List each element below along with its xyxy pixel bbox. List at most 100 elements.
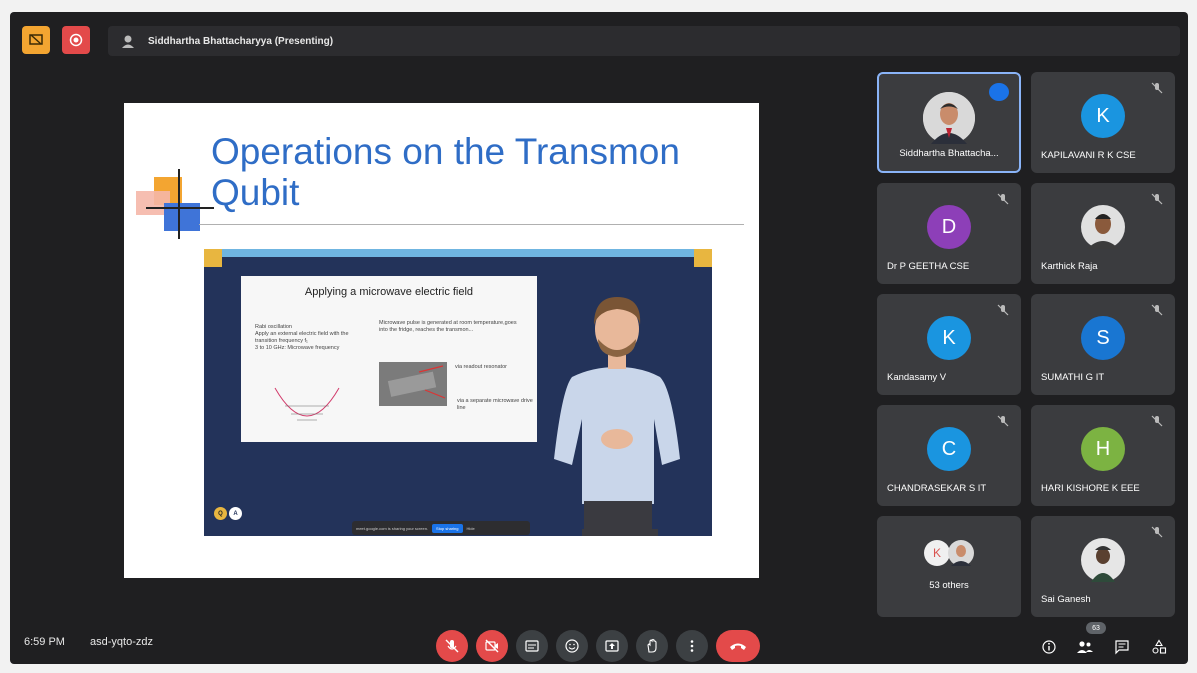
participant-name: CHANDRASEKAR S IT: [887, 483, 987, 494]
raise-hand-button[interactable]: [636, 630, 668, 662]
lecturer-figure: [554, 297, 680, 536]
present-now-icon: [605, 640, 619, 652]
info-icon: [1042, 640, 1056, 654]
participant-tile[interactable]: Siddhartha Bhattacha...: [877, 72, 1021, 173]
video-corner-left: [204, 249, 222, 267]
participant-tile[interactable]: K Kandasamy V: [877, 294, 1021, 395]
participant-count-badge: 63: [1086, 622, 1106, 634]
slide-title: Operations on the Transmon Qubit: [211, 131, 751, 213]
slide-decoration: [136, 169, 216, 241]
people-button[interactable]: [1074, 636, 1096, 658]
slide-title-line1: Operations on the Transmon: [211, 131, 680, 172]
participant-tile[interactable]: C CHANDRASEKAR S IT: [877, 405, 1021, 506]
presenter-avatar-icon: [122, 35, 134, 48]
inner-bullet: Rabi oscillation: [255, 324, 292, 330]
presenting-banner: Siddhartha Bhattacharyya (Presenting): [108, 26, 1180, 56]
inner-label-drive: via a separate microwave drive line: [457, 398, 533, 411]
avatar: K: [1081, 94, 1125, 138]
people-icon: [1077, 641, 1093, 653]
present-icon[interactable]: [22, 26, 50, 54]
avatar: S: [1081, 316, 1125, 360]
share-notice-text: meet.google.com is sharing your screen.: [356, 525, 429, 531]
mic-muted-icon: [1151, 193, 1163, 205]
lecture-video: Applying a microwave electric field Rabi…: [204, 249, 712, 536]
participant-tile[interactable]: H HARI KISHORE K EEE: [1031, 405, 1175, 506]
others-avatars: K: [923, 538, 979, 568]
chip-image: [379, 362, 447, 406]
avatar: [1081, 538, 1125, 582]
camera-toggle-button[interactable]: [476, 630, 508, 662]
camera-off-icon: [485, 639, 499, 653]
meet-screen: Siddhartha Bhattacharyya (Presenting) Op…: [10, 12, 1188, 664]
meeting-code: asd-yqto-zdz: [90, 636, 153, 648]
more-options-icon: [690, 640, 694, 652]
video-top-line: [204, 249, 712, 257]
avatar: C: [927, 427, 971, 471]
meeting-details-button[interactable]: [1038, 636, 1060, 658]
present-now-button[interactable]: [596, 630, 628, 662]
mic-muted-icon: [1151, 82, 1163, 94]
mic-muted-icon: [1151, 304, 1163, 316]
avatar: [923, 92, 975, 144]
inner-bullet: 3 to 10 GHz: Microwave frequency: [255, 345, 340, 351]
leave-call-button[interactable]: [716, 630, 760, 662]
mic-muted-icon: [997, 304, 1009, 316]
captions-button[interactable]: [516, 630, 548, 662]
screen-share-notice: meet.google.com is sharing your screen. …: [352, 521, 530, 535]
inner-label-readout: via readout resonator: [455, 364, 507, 370]
participant-tile[interactable]: Sai Ganesh: [1031, 516, 1175, 617]
chat-button[interactable]: [1111, 636, 1133, 658]
raise-hand-icon: [647, 638, 657, 653]
participant-name: Kandasamy V: [887, 372, 947, 383]
inner-slide-bullets: Rabi oscillation Apply an external elect…: [255, 324, 365, 352]
svg-text:K: K: [933, 546, 941, 560]
inner-slide-title: Applying a microwave electric field: [304, 286, 474, 298]
slide-title-line2: Qubit: [211, 172, 300, 213]
hang-up-icon: [730, 643, 746, 650]
mic-off-icon: [445, 639, 459, 653]
chat-icon: [1115, 640, 1129, 655]
logo-q: Q: [214, 507, 227, 520]
emoji-icon: [565, 639, 579, 653]
others-count: 53 others: [929, 580, 969, 591]
avatar: H: [1081, 427, 1125, 471]
logo-a: A: [229, 507, 242, 520]
mic-muted-icon: [997, 415, 1009, 427]
top-bar: Siddhartha Bhattacharyya (Presenting): [14, 18, 1182, 58]
video-corner-right: [694, 249, 712, 267]
slide-divider: [199, 224, 744, 225]
participant-tile[interactable]: S SUMATHI G IT: [1031, 294, 1175, 395]
stop-sharing-button[interactable]: Stop sharing: [432, 523, 463, 533]
reactions-button[interactable]: [556, 630, 588, 662]
record-icon[interactable]: [62, 26, 90, 54]
participant-name: Dr P GEETHA CSE: [887, 261, 970, 272]
mic-muted-icon: [1151, 526, 1163, 538]
participant-tile[interactable]: Karthick Raja: [1031, 183, 1175, 284]
clock: 6:59 PM: [24, 636, 65, 648]
inner-slide: Applying a microwave electric field Rabi…: [241, 276, 537, 442]
avatar: K: [927, 316, 971, 360]
mic-muted-icon: [997, 193, 1009, 205]
shared-slide: Operations on the Transmon Qubit Applyin…: [124, 103, 759, 578]
presenting-label: Siddhartha Bhattacharyya (Presenting): [148, 35, 334, 47]
more-options-button[interactable]: [676, 630, 708, 662]
energy-diagram-icon: [274, 387, 340, 421]
participant-name: Karthick Raja: [1041, 261, 1098, 272]
activities-button[interactable]: [1148, 636, 1170, 658]
mic-muted-icon: [1151, 415, 1163, 427]
participant-name: SUMATHI G IT: [1041, 372, 1105, 383]
participant-name: Siddhartha Bhattacha...: [899, 148, 999, 159]
inner-bullet: Apply an external electric field with th…: [255, 331, 349, 344]
participant-name: KAPILAVANI R K CSE: [1041, 150, 1136, 161]
participant-name: HARI KISHORE K EEE: [1041, 483, 1140, 494]
participant-tile[interactable]: D Dr P GEETHA CSE: [877, 183, 1021, 284]
avatar: [1081, 205, 1125, 249]
inner-slide-right-text: Microwave pulse is generated at room tem…: [379, 320, 517, 333]
participant-tile[interactable]: K KAPILAVANI R K CSE: [1031, 72, 1175, 173]
hide-share-button[interactable]: Hide: [467, 526, 475, 531]
participant-tile-others[interactable]: K 53 others: [877, 516, 1021, 617]
captions-icon: [525, 640, 539, 652]
avatar: D: [927, 205, 971, 249]
mic-toggle-button[interactable]: [436, 630, 468, 662]
qa-logo: Q A: [214, 507, 242, 520]
